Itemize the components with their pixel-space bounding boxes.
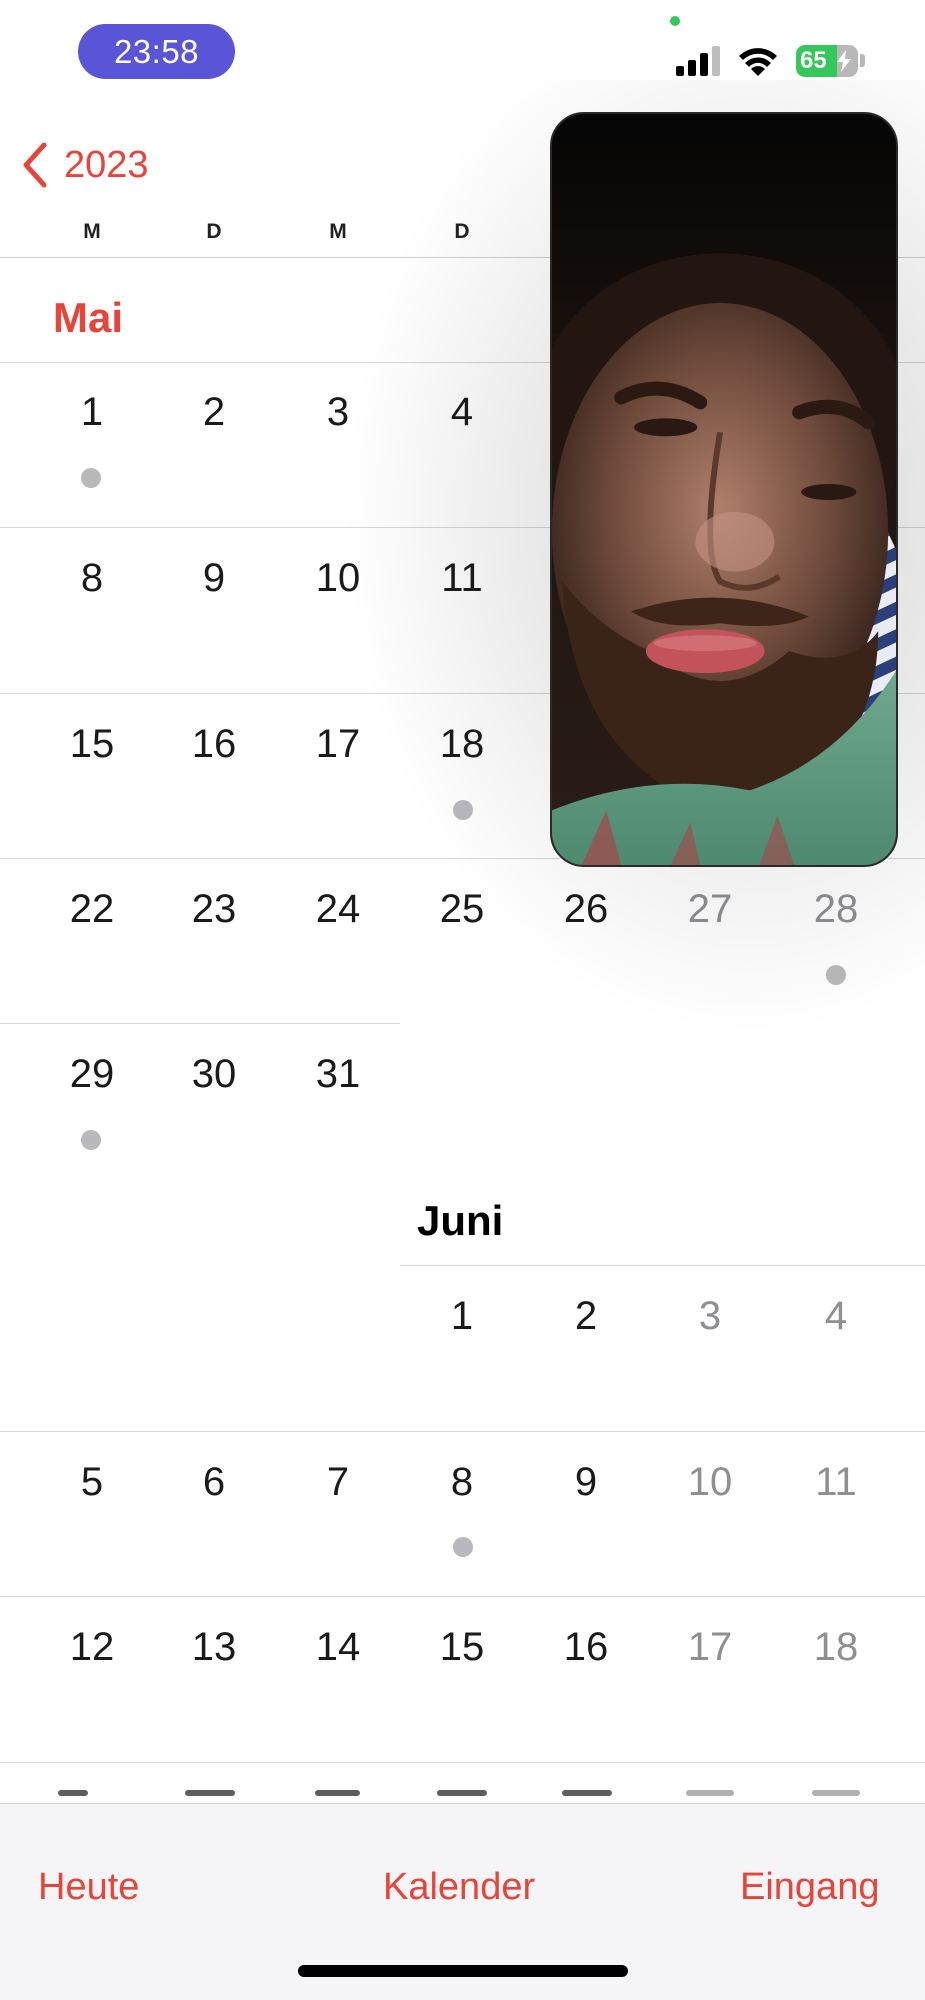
divider [0, 1762, 925, 1763]
status-bar: 23:58 65 [0, 0, 925, 110]
video-frame [552, 114, 896, 865]
day-cell[interactable]: 14 [276, 1625, 400, 1670]
day-cell[interactable]: 29 [30, 1052, 154, 1097]
day-cell[interactable]: 16 [152, 722, 276, 767]
day-cell[interactable]: 10 [648, 1460, 772, 1505]
day-cell[interactable]: 24 [276, 887, 400, 932]
day-cell[interactable]: 16 [524, 1625, 648, 1670]
day-cell[interactable]: 30 [152, 1052, 276, 1097]
day-cell[interactable]: 1 [30, 390, 154, 435]
day-cell[interactable]: 6 [152, 1460, 276, 1505]
day-cell[interactable]: 3 [276, 390, 400, 435]
day-cell[interactable]: 15 [400, 1625, 524, 1670]
back-label: 2023 [64, 143, 149, 186]
next-week-row-partial [0, 1790, 925, 1804]
day-cell[interactable]: 22 [30, 887, 154, 932]
day-cell[interactable]: 13 [152, 1625, 276, 1670]
month-title-juni: Juni [417, 1197, 504, 1244]
battery-charging-icon: 65 [796, 45, 858, 77]
calendars-button[interactable]: Kalender [383, 1866, 535, 1909]
day-cell[interactable]: 11 [774, 1460, 898, 1505]
divider [0, 1596, 925, 1597]
day-cell[interactable]: 26 [524, 887, 648, 932]
day-cell[interactable]: 9 [152, 556, 276, 601]
weekday-label: D [454, 220, 470, 243]
event-dot [81, 1130, 101, 1150]
weekday-label: M [83, 220, 101, 243]
day-cell[interactable]: 9 [524, 1460, 648, 1505]
day-cell[interactable]: 8 [30, 556, 154, 601]
weekday-label: M [329, 220, 347, 243]
weekday-label: D [206, 220, 222, 243]
camera-in-use-indicator [670, 16, 680, 26]
month-title-mai: Mai [53, 294, 124, 341]
day-cell[interactable]: 2 [524, 1294, 648, 1339]
day-cell[interactable]: 2 [152, 390, 276, 435]
event-dot [81, 468, 101, 488]
day-cell[interactable]: 12 [30, 1625, 154, 1670]
day-cell[interactable]: 23 [152, 887, 276, 932]
day-cell[interactable]: 17 [276, 722, 400, 767]
day-cell[interactable]: 15 [30, 722, 154, 767]
day-cell[interactable]: 10 [276, 556, 400, 601]
battery-cap [860, 54, 865, 67]
today-button[interactable]: Heute [38, 1866, 139, 1909]
status-time[interactable]: 23:58 [78, 24, 235, 79]
event-dot [826, 965, 846, 985]
day-cell[interactable]: 3 [648, 1294, 772, 1339]
day-cell[interactable]: 31 [276, 1052, 400, 1097]
day-cell[interactable]: 27 [648, 887, 772, 932]
wifi-icon [739, 48, 777, 76]
divider [0, 1431, 925, 1432]
divider [0, 1023, 400, 1024]
cellular-signal-icon [676, 46, 720, 76]
event-dot [453, 1537, 473, 1557]
home-indicator[interactable] [298, 1965, 628, 1977]
day-cell[interactable]: 17 [648, 1625, 772, 1670]
day-cell[interactable]: 1 [400, 1294, 524, 1339]
inbox-button[interactable]: Eingang [740, 1866, 879, 1909]
back-to-year-button[interactable]: 2023 [18, 135, 149, 195]
day-cell[interactable]: 11 [400, 556, 524, 601]
day-cell[interactable]: 7 [276, 1460, 400, 1505]
day-cell[interactable]: 18 [400, 722, 524, 767]
day-cell[interactable]: 18 [774, 1625, 898, 1670]
day-cell[interactable]: 25 [400, 887, 524, 932]
event-dot [453, 800, 473, 820]
chevron-left-icon [23, 142, 47, 188]
day-cell[interactable]: 5 [30, 1460, 154, 1505]
day-cell[interactable]: 4 [400, 390, 524, 435]
facetime-video-pip[interactable] [550, 112, 898, 867]
day-cell[interactable]: 4 [774, 1294, 898, 1339]
day-cell[interactable]: 28 [774, 887, 898, 932]
divider [400, 1265, 925, 1266]
day-cell[interactable]: 8 [400, 1460, 524, 1505]
